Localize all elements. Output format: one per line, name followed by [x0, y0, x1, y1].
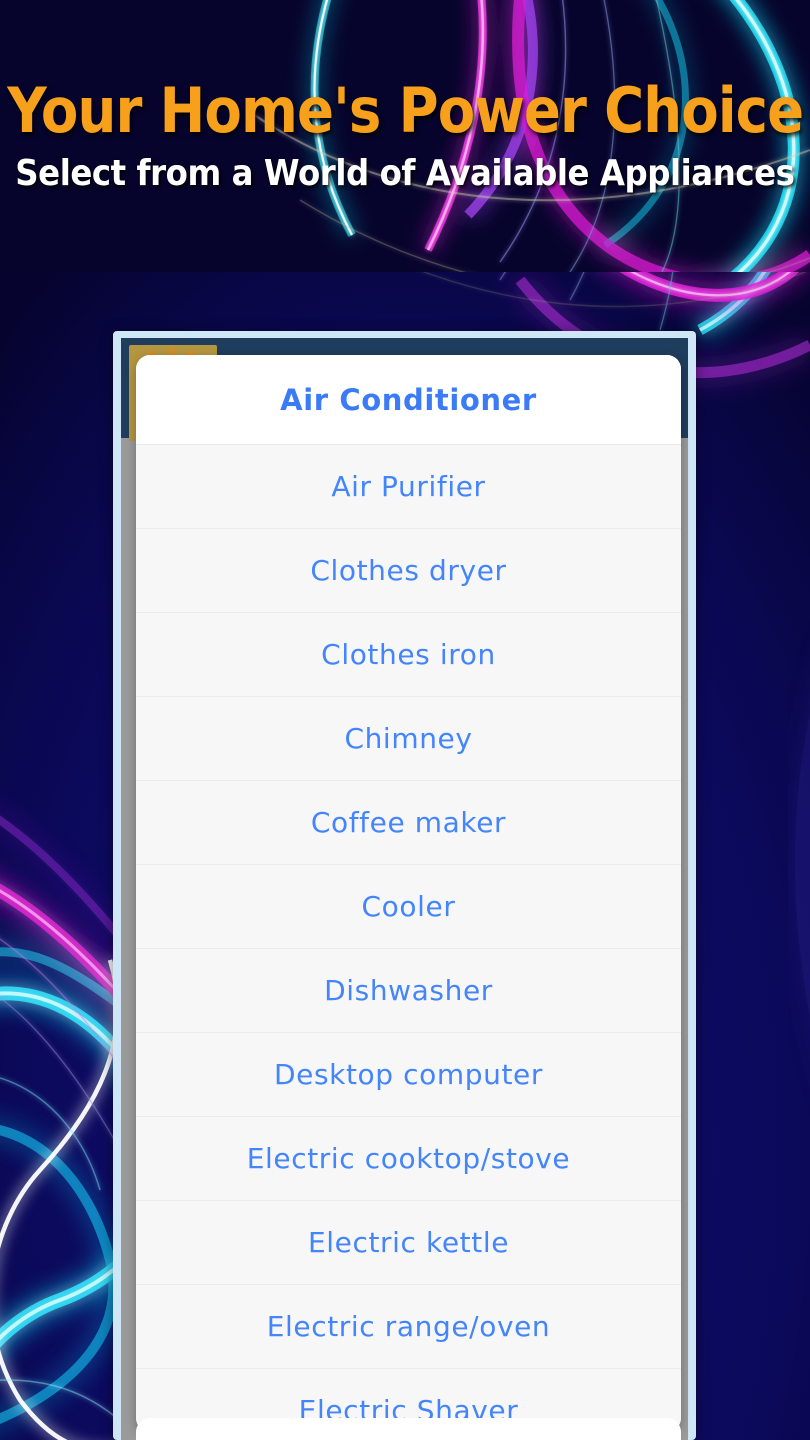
dropdown-option[interactable]: Chimney — [136, 697, 681, 781]
page-subtitle: Select from a World of Available Applian… — [15, 153, 795, 194]
dropdown-option-label: Chimney — [344, 722, 473, 755]
dropdown-option-label: Clothes iron — [321, 638, 496, 671]
app-page: Your Home's Power Choice Select from a W… — [0, 0, 810, 1440]
dropdown-option[interactable]: Coffee maker — [136, 781, 681, 865]
dropdown-option[interactable]: Cooler — [136, 865, 681, 949]
dropdown-option-label: Air Purifier — [331, 470, 486, 503]
dropdown-options[interactable]: Air Conditioner Air Purifier Clothes dryer… — [136, 355, 681, 1432]
header-banner: Your Home's Power Choice Select from a W… — [0, 0, 810, 272]
dropdown-option[interactable]: Electric cooktop/stove — [136, 1117, 681, 1201]
dropdown-option[interactable]: Electric range/oven — [136, 1285, 681, 1369]
header-text-group: Your Home's Power Choice Select from a W… — [0, 0, 810, 272]
dropdown-option[interactable]: Electric kettle — [136, 1201, 681, 1285]
dropdown-option-label: Electric kettle — [307, 1226, 510, 1259]
dropdown-option[interactable]: Air Purifier — [136, 445, 681, 529]
dropdown-option[interactable]: Dishwasher — [136, 949, 681, 1033]
dropdown-option-label: Desktop computer — [273, 1058, 543, 1091]
appliance-dropdown-list[interactable]: Air Conditioner Air Purifier Clothes dryer… — [136, 355, 681, 1432]
dropdown-option-label: Coffee maker — [310, 806, 507, 839]
dropdown-option-label: Electric range/oven — [266, 1310, 551, 1343]
dropdown-option[interactable]: Clothes iron — [136, 613, 681, 697]
dropdown-option-label: Electric cooktop/stove — [246, 1142, 571, 1175]
appliance-card: Air Conditioner Air Purifier Clothes dryer… — [113, 331, 696, 1440]
dropdown-option-label: Dishwasher — [324, 974, 493, 1007]
page-title: Your Home's Power Choice — [7, 74, 804, 147]
dropdown-option[interactable]: Desktop computer — [136, 1033, 681, 1117]
dropdown-option-label: Air Conditioner — [280, 382, 537, 417]
secondary-sheet — [136, 1418, 681, 1440]
dropdown-option-selected[interactable]: Air Conditioner — [136, 355, 681, 445]
dropdown-option-label: Cooler — [361, 890, 456, 923]
dropdown-option-label: Clothes dryer — [310, 554, 507, 587]
dropdown-option[interactable]: Clothes dryer — [136, 529, 681, 613]
